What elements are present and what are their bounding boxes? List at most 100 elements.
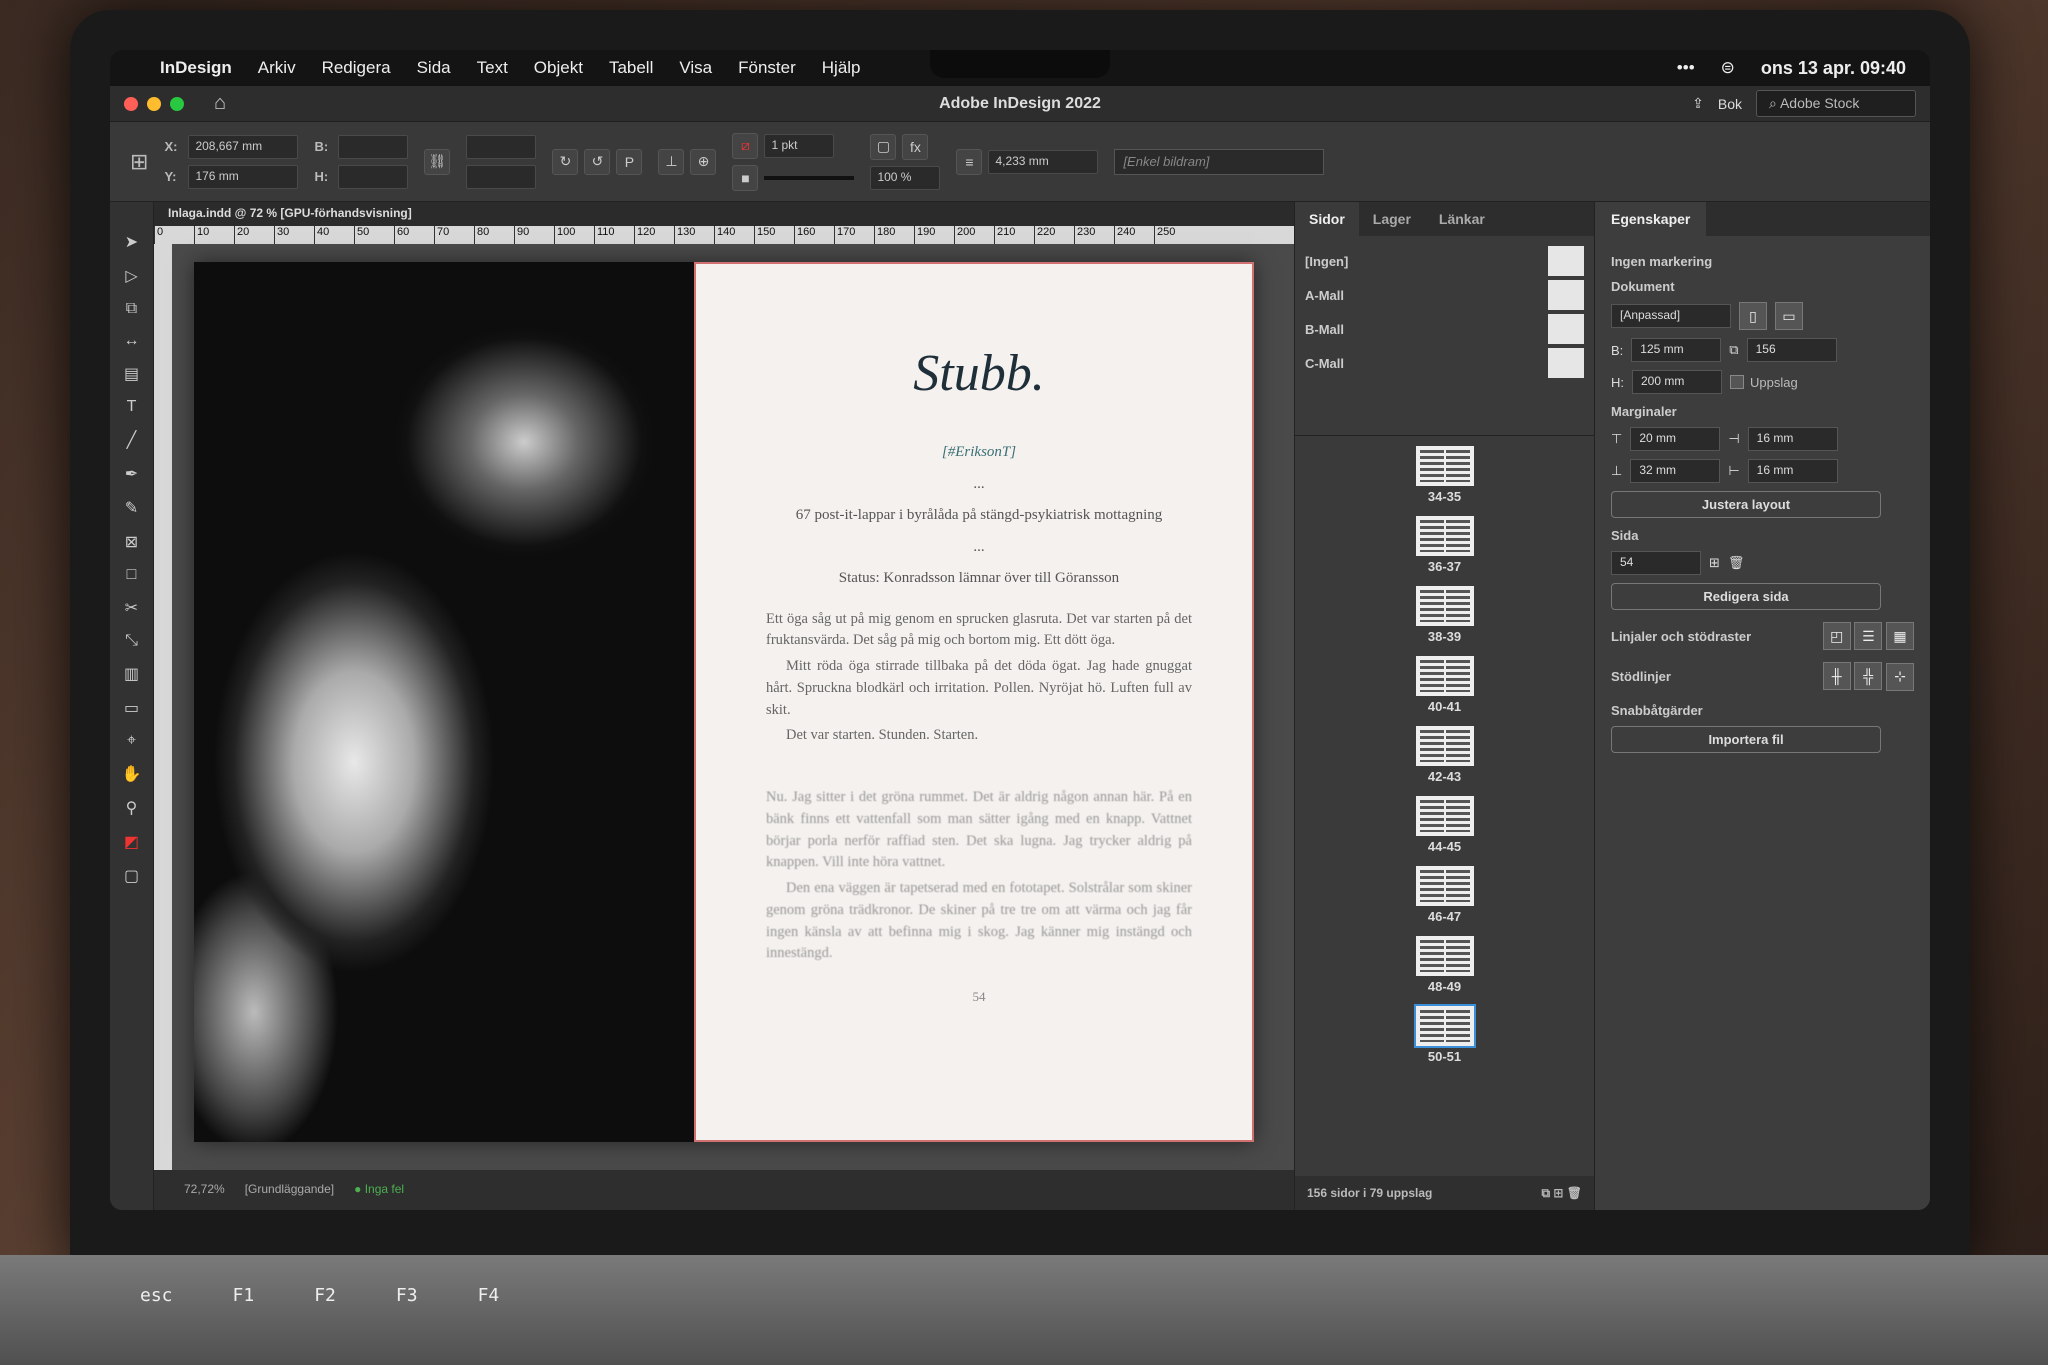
fill-stroke-icon[interactable]: ◩: [124, 832, 139, 852]
page-width-input[interactable]: 125 mm: [1631, 338, 1722, 362]
stroke-type-select[interactable]: [764, 175, 855, 180]
spread-thumbnail[interactable]: 44-45: [1415, 796, 1474, 854]
smart-guides-icon[interactable]: ⊹: [1886, 662, 1914, 691]
baseline-grid-icon[interactable]: ☰: [1854, 622, 1883, 650]
tab-pages[interactable]: Sidor: [1295, 202, 1359, 236]
text-wrap-icon[interactable]: ≡: [956, 148, 983, 175]
screen-mode-icon[interactable]: ▢: [124, 866, 139, 886]
direct-selection-tool-icon[interactable]: ▷: [125, 266, 137, 286]
share-icon[interactable]: ⇪: [1692, 95, 1704, 112]
stroke-swatch-icon[interactable]: ■: [732, 164, 759, 191]
tab-layers[interactable]: Lager: [1359, 202, 1425, 236]
spread-thumbnail[interactable]: 50-51: [1413, 1004, 1476, 1064]
vertical-ruler[interactable]: [154, 244, 172, 1170]
spread-thumbnail[interactable]: 46-47: [1415, 866, 1474, 924]
document-tab[interactable]: Inlaga.indd @ 72 % [GPU-förhandsvisning]: [154, 202, 1294, 226]
distribute-icon[interactable]: ⊕: [690, 148, 717, 175]
tab-links[interactable]: Länkar: [1425, 202, 1499, 236]
more-icon[interactable]: •••: [1677, 58, 1695, 78]
f1-key[interactable]: F1: [233, 1285, 255, 1306]
page-select[interactable]: 54: [1611, 551, 1701, 575]
menu-clock[interactable]: ons 13 apr. 09:40: [1761, 58, 1906, 79]
adjust-layout-button[interactable]: Justera layout: [1611, 491, 1881, 518]
scale-y-input[interactable]: [466, 164, 537, 189]
line-tool-icon[interactable]: ╱: [127, 430, 137, 450]
gradient-tool-icon[interactable]: ▥: [124, 664, 139, 684]
effects-icon[interactable]: fx: [902, 133, 929, 160]
master-item[interactable]: A-Mall: [1305, 278, 1584, 312]
menu-item[interactable]: Sida: [417, 58, 451, 78]
master-item[interactable]: [Ingen]: [1305, 244, 1584, 278]
content-collector-icon[interactable]: ▤: [124, 364, 139, 384]
new-page-icon[interactable]: ⊞: [1709, 555, 1720, 571]
stroke-width-field[interactable]: 4,233 mm: [988, 149, 1099, 174]
width-input[interactable]: [338, 134, 409, 159]
preflight-status[interactable]: ● Inga fel: [354, 1182, 404, 1198]
spread-thumbnail[interactable]: 38-39: [1415, 586, 1474, 644]
page-height-input[interactable]: 200 mm: [1632, 370, 1722, 394]
opacity-input[interactable]: 100 %: [870, 165, 941, 190]
y-position-input[interactable]: 176 mm: [188, 164, 299, 189]
eyedropper-tool-icon[interactable]: ⌖: [127, 732, 136, 750]
note-tool-icon[interactable]: ▭: [124, 698, 139, 718]
close-button[interactable]: [124, 96, 138, 111]
guides-icon[interactable]: ╫: [1822, 662, 1851, 690]
constrain-proportions-icon[interactable]: ⛓: [424, 148, 451, 175]
gap-tool-icon[interactable]: ↔: [124, 332, 140, 350]
portrait-icon[interactable]: ▯: [1739, 302, 1767, 330]
rectangle-frame-tool-icon[interactable]: ⊠: [125, 532, 138, 552]
hand-tool-icon[interactable]: ✋: [122, 764, 142, 784]
page-size-icon[interactable]: ⧉: [1541, 1186, 1550, 1200]
menu-item[interactable]: Redigera: [322, 58, 391, 78]
menu-item[interactable]: Arkiv: [258, 58, 296, 78]
selection-tool-icon[interactable]: ➤: [125, 232, 138, 252]
edit-page-button[interactable]: Redigera sida: [1611, 583, 1881, 610]
new-page-icon[interactable]: ⊞: [1553, 1186, 1563, 1200]
preflight-profile[interactable]: [Grundläggande]: [245, 1182, 334, 1198]
scissors-tool-icon[interactable]: ✂: [125, 598, 138, 618]
master-item[interactable]: B-Mall: [1305, 312, 1584, 346]
x-position-input[interactable]: 208,667 mm: [188, 134, 299, 159]
minimize-button[interactable]: [147, 96, 161, 111]
zoom-tool-icon[interactable]: ⚲: [126, 798, 138, 818]
facing-pages-checkbox[interactable]: Uppslag: [1730, 375, 1798, 390]
stroke-weight-input[interactable]: 1 pkt: [764, 133, 835, 158]
text-page[interactable]: Stubb. [#EriksonT] ... 67 post-it-lappar…: [694, 262, 1254, 1142]
document-grid-icon[interactable]: ▦: [1886, 622, 1914, 650]
menu-app[interactable]: InDesign: [160, 58, 232, 78]
object-style-select[interactable]: [Enkel bildram]: [1114, 148, 1325, 175]
flip-icon[interactable]: P: [616, 148, 643, 175]
master-item[interactable]: C-Mall: [1305, 346, 1584, 380]
pen-tool-icon[interactable]: ✒: [125, 464, 138, 484]
menu-item[interactable]: Fönster: [738, 58, 796, 78]
reference-point-icon[interactable]: ⊞: [130, 149, 148, 175]
tab-properties[interactable]: Egenskaper: [1595, 202, 1707, 236]
zoom-button[interactable]: [170, 96, 184, 111]
spread-thumbnail[interactable]: 34-35: [1415, 446, 1474, 504]
zoom-level[interactable]: 72,72%: [184, 1182, 225, 1198]
trash-icon[interactable]: 🗑: [1728, 555, 1745, 571]
pencil-tool-icon[interactable]: ✎: [125, 498, 138, 518]
lock-guides-icon[interactable]: ╬: [1854, 662, 1883, 690]
ruler-icon[interactable]: ◰: [1822, 622, 1851, 650]
home-icon[interactable]: ⌂: [214, 92, 226, 115]
page-tool-icon[interactable]: ⧉: [126, 300, 137, 318]
fill-swatch-icon[interactable]: ⧄: [732, 132, 759, 159]
menu-item[interactable]: Hjälp: [822, 58, 861, 78]
rectangle-tool-icon[interactable]: □: [127, 566, 137, 584]
f2-key[interactable]: F2: [314, 1285, 336, 1306]
landscape-icon[interactable]: ▭: [1775, 302, 1803, 330]
height-input[interactable]: [338, 164, 409, 189]
adobe-stock-search[interactable]: ⌕ Adobe Stock: [1756, 90, 1916, 117]
menu-item[interactable]: Text: [477, 58, 508, 78]
document-preset-select[interactable]: [Anpassad]: [1611, 304, 1731, 328]
margin-top-input[interactable]: 20 mm: [1630, 427, 1721, 451]
spread-thumbnail[interactable]: 40-41: [1415, 656, 1474, 714]
page-count-input[interactable]: 156: [1746, 338, 1837, 362]
scale-x-input[interactable]: [466, 134, 537, 159]
control-center-icon[interactable]: ⊜: [1721, 58, 1735, 78]
rotate-ccw-icon[interactable]: ↺: [584, 148, 611, 175]
frame-fitting-icon[interactable]: ▢: [870, 133, 897, 160]
align-icon[interactable]: ⊥: [658, 148, 685, 175]
menu-item[interactable]: Objekt: [534, 58, 583, 78]
